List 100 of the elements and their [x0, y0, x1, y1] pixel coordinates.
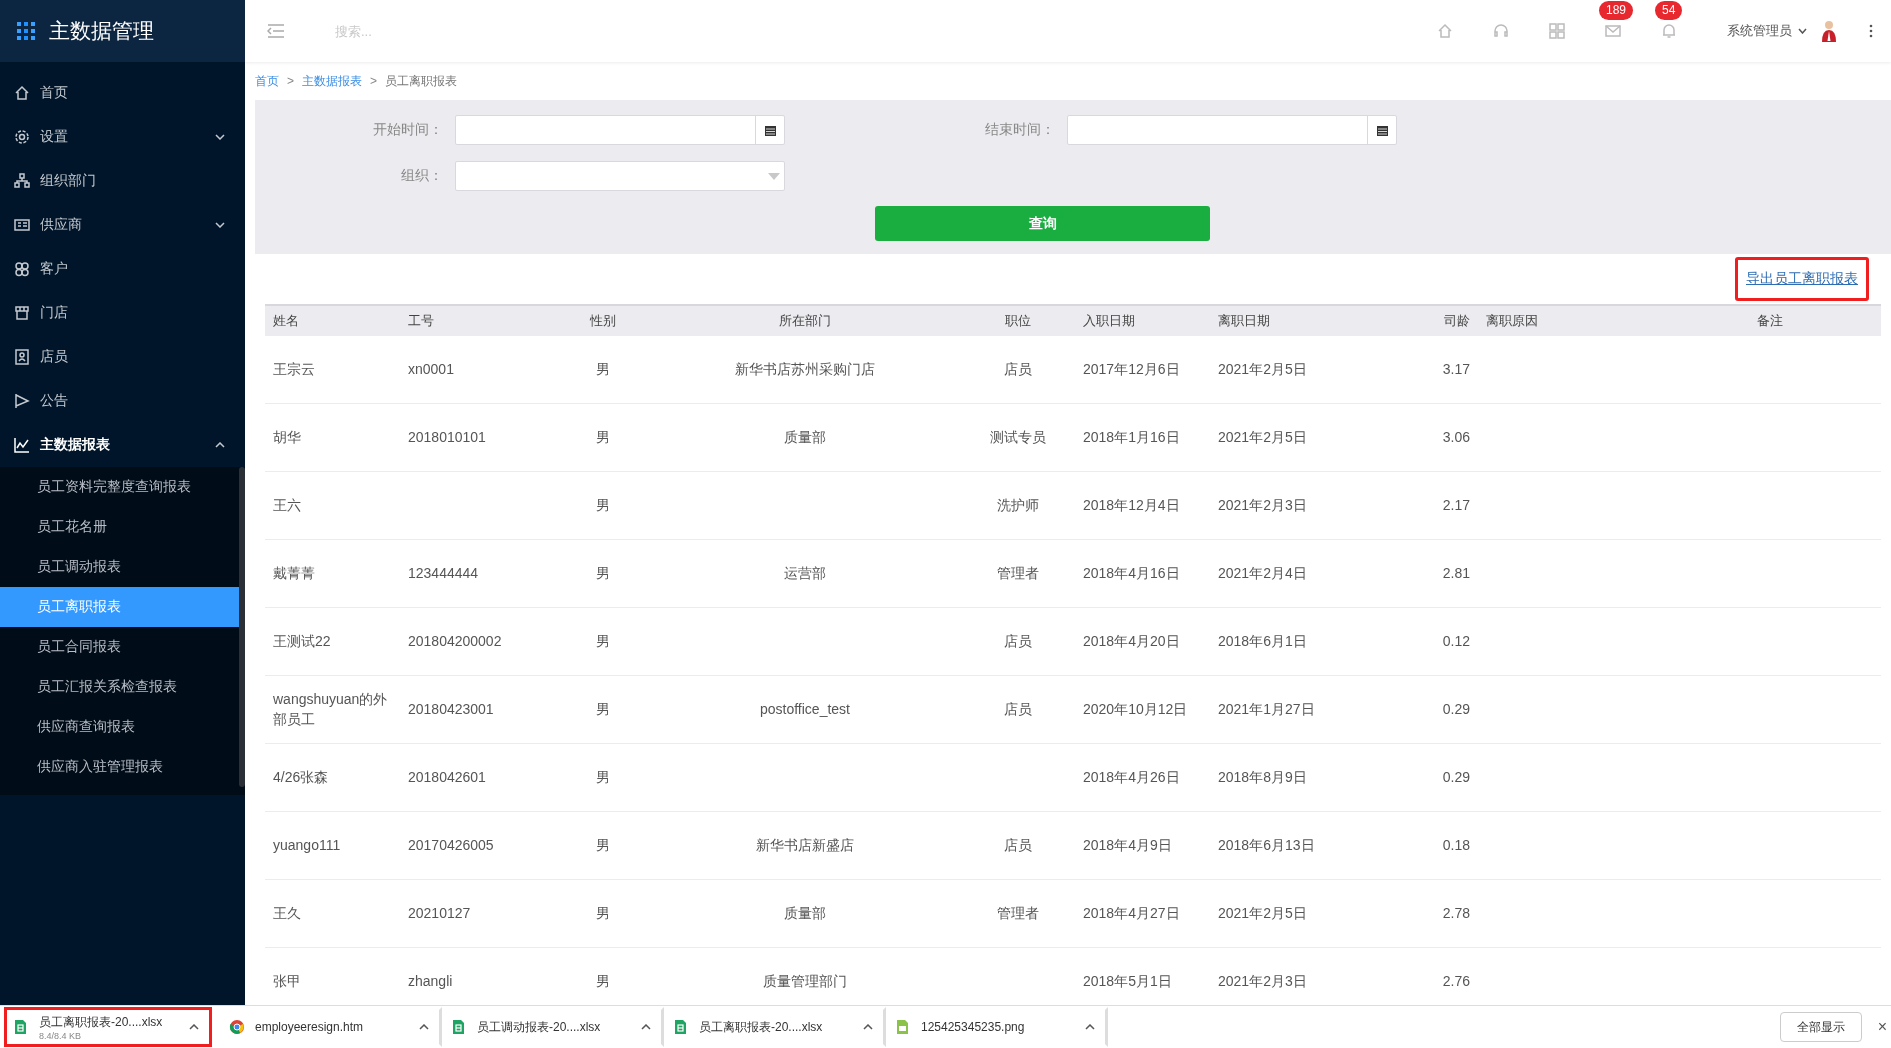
column-header: 离职原因: [1485, 311, 1539, 330]
chevron-icon: [215, 222, 225, 228]
store-icon: [14, 305, 30, 321]
grid-icon[interactable]: [1549, 23, 1565, 39]
file-name: 员工离职报表-20....xlsx: [39, 1013, 164, 1031]
file-icon: [895, 1019, 911, 1035]
date-field[interactable]: [455, 115, 785, 145]
table-cell-text: 店员: [1002, 835, 1033, 855]
show-all-button[interactable]: 全部显示: [1779, 1012, 1862, 1042]
export-link[interactable]: 导出员工离职报表: [1735, 257, 1869, 301]
date-field[interactable]: [1067, 115, 1397, 145]
table-cell-text: 店员: [1002, 359, 1033, 379]
select-field[interactable]: [455, 161, 785, 191]
table-cell-text: 2018010101: [407, 427, 487, 447]
gear-icon: [14, 129, 30, 145]
sidebar-item[interactable]: 店员: [0, 335, 245, 379]
table-cell-text: 男: [594, 835, 611, 855]
download-item[interactable]: 员工离职报表-20....xlsx: [664, 1007, 886, 1047]
submenu-item[interactable]: 员工资料完整度查询报表: [0, 467, 239, 507]
table-cell-text: 男: [594, 971, 611, 991]
table-cell-text: 2018年6月13日: [1217, 835, 1316, 855]
mail-icon[interactable]: [1605, 23, 1621, 39]
field-label: 开始时间：: [372, 121, 444, 139]
caret-icon: [1798, 28, 1807, 34]
line-chart-icon: [14, 437, 30, 453]
submenu-item[interactable]: 员工合同报表: [0, 627, 239, 667]
table-cell-text: 质量部: [783, 427, 827, 447]
breadcrumb-link[interactable]: 首页: [255, 72, 279, 90]
count-badge: 189: [1599, 1, 1634, 20]
table-cell-text: 20210127: [407, 903, 472, 923]
column-header: 所在部门: [778, 311, 832, 330]
more-icon[interactable]: [1869, 24, 1873, 38]
file-name: employeeresign.htm: [255, 1020, 365, 1034]
submenu-item[interactable]: 员工花名册: [0, 507, 239, 547]
sidebar-item[interactable]: 客户: [0, 247, 245, 291]
sidebar-item[interactable]: 设置: [0, 115, 245, 159]
sidebar-item[interactable]: 供应商: [0, 203, 245, 247]
column-header: 司龄: [1443, 311, 1471, 330]
submenu-item[interactable]: 供应商查询报表: [0, 707, 239, 747]
column-header: 入职日期: [1082, 311, 1136, 330]
table-cell-text: 201804200002: [407, 631, 503, 651]
home-icon[interactable]: [1437, 23, 1453, 39]
browser-logo-icon: [229, 1019, 245, 1035]
table-cell-text: 2018年8月9日: [1217, 767, 1308, 787]
table-cell-text: 20180423001: [407, 699, 495, 719]
close-button[interactable]: ×: [1877, 1018, 1891, 1036]
table-cell-text: 王宗云: [272, 359, 316, 379]
id-card-icon: [14, 217, 30, 233]
table-cell-text: 质量部: [783, 903, 827, 923]
submenu-item[interactable]: 供应商入驻管理报表: [0, 747, 239, 787]
user-menu[interactable]: 系统管理员: [1727, 22, 1807, 40]
breadcrumb-separator: >: [370, 74, 378, 88]
table-cell-text: 王久: [272, 903, 302, 923]
headset-icon[interactable]: [1493, 23, 1509, 39]
caret-icon: [189, 1024, 199, 1030]
table-cell-text: 2.76: [1441, 971, 1471, 991]
table-cell-text: 2018年4月9日: [1082, 835, 1173, 855]
caret-icon: [641, 1024, 651, 1030]
table-cell-text: 王测试22: [272, 631, 332, 651]
table-cell-text: 3.06: [1441, 427, 1471, 447]
sidebar-item[interactable]: 组织部门: [0, 159, 245, 203]
table-cell-text: 2.17: [1441, 495, 1471, 515]
breadcrumb-link[interactable]: 主数据报表: [302, 72, 362, 90]
sidebar-item[interactable]: 公告: [0, 379, 245, 423]
calendar-icon: [764, 124, 776, 136]
file-name: 员工调动报表-20....xlsx: [477, 1018, 602, 1036]
caret-icon: [863, 1024, 873, 1030]
field-label: 结束时间：: [984, 121, 1056, 139]
table-cell-text: 质量管理部门: [762, 971, 848, 991]
sidebar-item[interactable]: 主数据报表: [0, 423, 245, 467]
column-header: 备注: [1755, 311, 1784, 330]
download-item[interactable]: 员工离职报表-20....xlsx 8.4/8.4 KB: [4, 1007, 212, 1047]
sidebar-item[interactable]: 门店: [0, 291, 245, 335]
download-item[interactable]: employeeresign.htm: [220, 1007, 442, 1047]
file-icon: [13, 1019, 29, 1035]
table-cell-text: 店员: [1002, 699, 1033, 719]
caret-icon: [419, 1024, 429, 1030]
table-cell-text: 2021年2月3日: [1217, 971, 1308, 991]
bell-icon[interactable]: [1661, 23, 1677, 39]
field-label: 组织：: [400, 167, 444, 185]
table-cell-text: 2021年1月27日: [1217, 699, 1316, 719]
chevron-icon: [215, 442, 225, 448]
column-header: 离职日期: [1217, 311, 1271, 330]
download-item[interactable]: 125425345235.png: [886, 1007, 1108, 1047]
download-item[interactable]: 员工调动报表-20....xlsx: [442, 1007, 664, 1047]
table-cell-text: 2018年6月1日: [1217, 631, 1308, 651]
sidebar-item[interactable]: 首页: [0, 71, 245, 115]
table-cell-text: 新华书店新盛店: [755, 835, 855, 855]
people-icon: [14, 261, 30, 277]
flag-icon: [14, 393, 30, 409]
table-cell-text: 新华书店苏州采购门店: [734, 359, 876, 379]
calendar-icon: [1376, 124, 1388, 136]
table-cell-text: 2.81: [1441, 563, 1471, 583]
table-cell-text: 20170426005: [407, 835, 495, 855]
table-cell-text: 2.78: [1441, 903, 1471, 923]
menu-icon[interactable]: [267, 24, 285, 38]
submenu-item[interactable]: 员工汇报关系检查报表: [0, 667, 239, 707]
file-icon: [451, 1019, 467, 1035]
table-cell-text: 123444444: [407, 563, 480, 583]
submenu-item[interactable]: 员工调动报表: [0, 547, 239, 587]
